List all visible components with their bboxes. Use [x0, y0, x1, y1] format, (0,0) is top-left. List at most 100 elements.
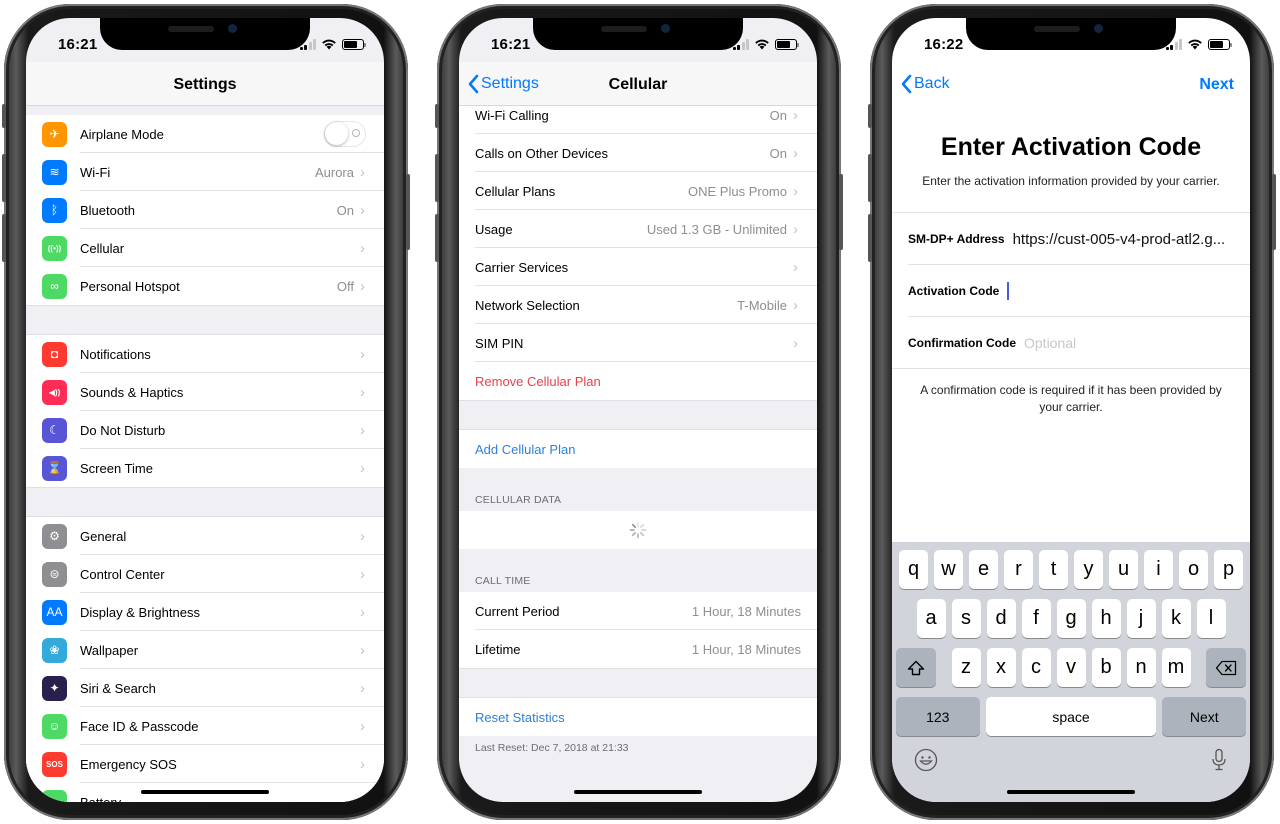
key-y[interactable]: y: [1074, 550, 1103, 589]
settings-item-display-brightness[interactable]: AA Display & Brightness ›: [26, 593, 384, 631]
settings-item-emergency-sos[interactable]: SOS Emergency SOS ›: [26, 745, 384, 783]
settings-item-do-not-disturb[interactable]: ☾ Do Not Disturb ›: [26, 411, 384, 449]
chevron-right-icon: ›: [360, 755, 365, 773]
chevron-right-icon: ›: [360, 239, 365, 257]
settings-item-label: Wi-Fi: [80, 164, 111, 180]
confirmation-code-field[interactable]: Confirmation Code Optional: [892, 317, 1250, 369]
cellular-row-calls-on-other-devices[interactable]: Calls on Other Devices On ›: [459, 134, 817, 172]
settings-item-label: Sounds & Haptics: [80, 384, 184, 400]
settings-item-value: Off: [336, 278, 354, 294]
chevron-right-icon: ›: [360, 527, 365, 545]
status-time: 16:21: [491, 36, 531, 53]
key-m[interactable]: m: [1161, 648, 1191, 687]
key-f[interactable]: f: [1021, 599, 1051, 638]
sm-dp-address-field[interactable]: SM-DP+ Address https://cust-005-v4-prod-…: [892, 213, 1250, 265]
add-cellular-plan-button[interactable]: Add Cellular Plan: [459, 430, 817, 468]
key-r[interactable]: r: [1004, 550, 1033, 589]
key-s[interactable]: s: [951, 599, 981, 638]
confirmation-code-input[interactable]: Optional: [1024, 335, 1076, 351]
key-v[interactable]: v: [1056, 648, 1086, 687]
settings-item-label: Screen Time: [80, 460, 153, 476]
microphone-icon: [1212, 748, 1226, 771]
delete-key[interactable]: [1206, 648, 1246, 687]
row-label: Wi-Fi Calling: [475, 107, 549, 123]
settings-item-label: Display & Brightness: [80, 604, 200, 620]
home-indicator[interactable]: [574, 790, 702, 794]
settings-item-bluetooth[interactable]: ᛒ Bluetooth On ›: [26, 191, 384, 229]
settings-item-cellular[interactable]: ((•)) Cellular ›: [26, 229, 384, 267]
row-value: ONE Plus Promo: [688, 183, 787, 199]
key-q[interactable]: q: [899, 550, 928, 589]
key-x[interactable]: x: [986, 648, 1016, 687]
key-c[interactable]: c: [1021, 648, 1051, 687]
row-label: Cellular Plans: [475, 183, 556, 199]
home-indicator[interactable]: [1007, 790, 1135, 794]
key-z[interactable]: z: [951, 648, 981, 687]
settings-item-sounds-haptics[interactable]: ◀)) Sounds & Haptics ›: [26, 373, 384, 411]
key-i[interactable]: i: [1144, 550, 1173, 589]
settings-item-notifications[interactable]: ◘ Notifications ›: [26, 335, 384, 373]
settings-item-face-id-passcode[interactable]: ☺ Face ID & Passcode ›: [26, 707, 384, 745]
back-button[interactable]: Back: [900, 74, 950, 94]
text-size-icon: AA: [42, 599, 67, 625]
row-value: Used 1.3 GB - Unlimited: [646, 221, 787, 237]
chevron-right-icon: ›: [360, 717, 365, 735]
settings-item-siri-search[interactable]: ✦ Siri & Search ›: [26, 669, 384, 707]
key-o[interactable]: o: [1179, 550, 1208, 589]
settings-item-screen-time[interactable]: ⌛ Screen Time ›: [26, 449, 384, 487]
key-d[interactable]: d: [986, 599, 1016, 638]
shift-key[interactable]: [896, 648, 936, 687]
cellular-row-carrier-services[interactable]: Carrier Services ›: [459, 248, 817, 286]
cellular-list: Wi-Fi Calling On › Calls on Other Devices On…: [459, 96, 817, 802]
settings-item-airplane-mode[interactable]: ✈ Airplane Mode: [26, 115, 384, 153]
settings-item-wi-fi[interactable]: ≋ Wi-Fi Aurora ›: [26, 153, 384, 191]
chevron-right-icon: ›: [360, 641, 365, 659]
space-key[interactable]: space: [985, 697, 1157, 736]
key-k[interactable]: k: [1161, 599, 1191, 638]
key-j[interactable]: j: [1126, 599, 1156, 638]
row-label: Lifetime: [475, 641, 521, 657]
key-t[interactable]: t: [1039, 550, 1068, 589]
next-button[interactable]: Next: [1199, 76, 1234, 94]
home-indicator[interactable]: [141, 790, 269, 794]
key-b[interactable]: b: [1091, 648, 1121, 687]
sos-icon: SOS: [42, 751, 67, 777]
key-e[interactable]: e: [969, 550, 998, 589]
field-label: Activation Code: [908, 284, 1000, 298]
key-p[interactable]: p: [1214, 550, 1243, 589]
key-l[interactable]: l: [1196, 599, 1226, 638]
dictation-key[interactable]: [1210, 748, 1228, 772]
remove-plan-label: Remove Cellular Plan: [475, 373, 601, 389]
field-label: Confirmation Code: [908, 336, 1016, 350]
settings-item-personal-hotspot[interactable]: ∞ Personal Hotspot Off ›: [26, 267, 384, 305]
cellular-row-network-selection[interactable]: Network Selection T-Mobile ›: [459, 286, 817, 324]
cellular-row-usage[interactable]: Usage Used 1.3 GB - Unlimited ›: [459, 210, 817, 248]
settings-item-value: Aurora: [314, 164, 354, 180]
key-n[interactable]: n: [1126, 648, 1156, 687]
sm-dp-address-input[interactable]: https://cust-005-v4-prod-atl2.g...: [1013, 231, 1226, 248]
cellular-row-cellular-plans[interactable]: Cellular Plans ONE Plus Promo ›: [459, 172, 817, 210]
row-value: 1 Hour, 18 Minutes: [691, 641, 801, 657]
chevron-right-icon: ›: [793, 220, 798, 238]
settings-item-control-center[interactable]: ⊜ Control Center ›: [26, 555, 384, 593]
activation-code-field[interactable]: Activation Code: [892, 265, 1250, 317]
numbers-key[interactable]: 123: [896, 697, 980, 736]
emoji-key[interactable]: [914, 748, 938, 772]
reset-statistics-button[interactable]: Reset Statistics: [459, 698, 817, 736]
return-key[interactable]: Next: [1162, 697, 1246, 736]
antenna-icon: ((•)): [42, 235, 67, 261]
cellular-screen: 16:21 Settings Cellular Wi-Fi Calling On ›…: [459, 18, 817, 802]
key-w[interactable]: w: [934, 550, 963, 589]
settings-item-general[interactable]: ⚙ General ›: [26, 517, 384, 555]
cellular-row-sim-pin[interactable]: SIM PIN ›: [459, 324, 817, 362]
key-u[interactable]: u: [1109, 550, 1138, 589]
remove-cellular-plan-button[interactable]: Remove Cellular Plan: [459, 362, 817, 400]
key-a[interactable]: a: [916, 599, 946, 638]
settings-item-wallpaper[interactable]: ❀ Wallpaper ›: [26, 631, 384, 669]
key-g[interactable]: g: [1056, 599, 1086, 638]
volume-up-button: [868, 154, 872, 202]
key-h[interactable]: h: [1091, 599, 1121, 638]
airplane-mode-toggle[interactable]: [324, 121, 366, 147]
settings-item-label: Wallpaper: [80, 642, 139, 658]
row-value: T-Mobile: [737, 297, 787, 313]
